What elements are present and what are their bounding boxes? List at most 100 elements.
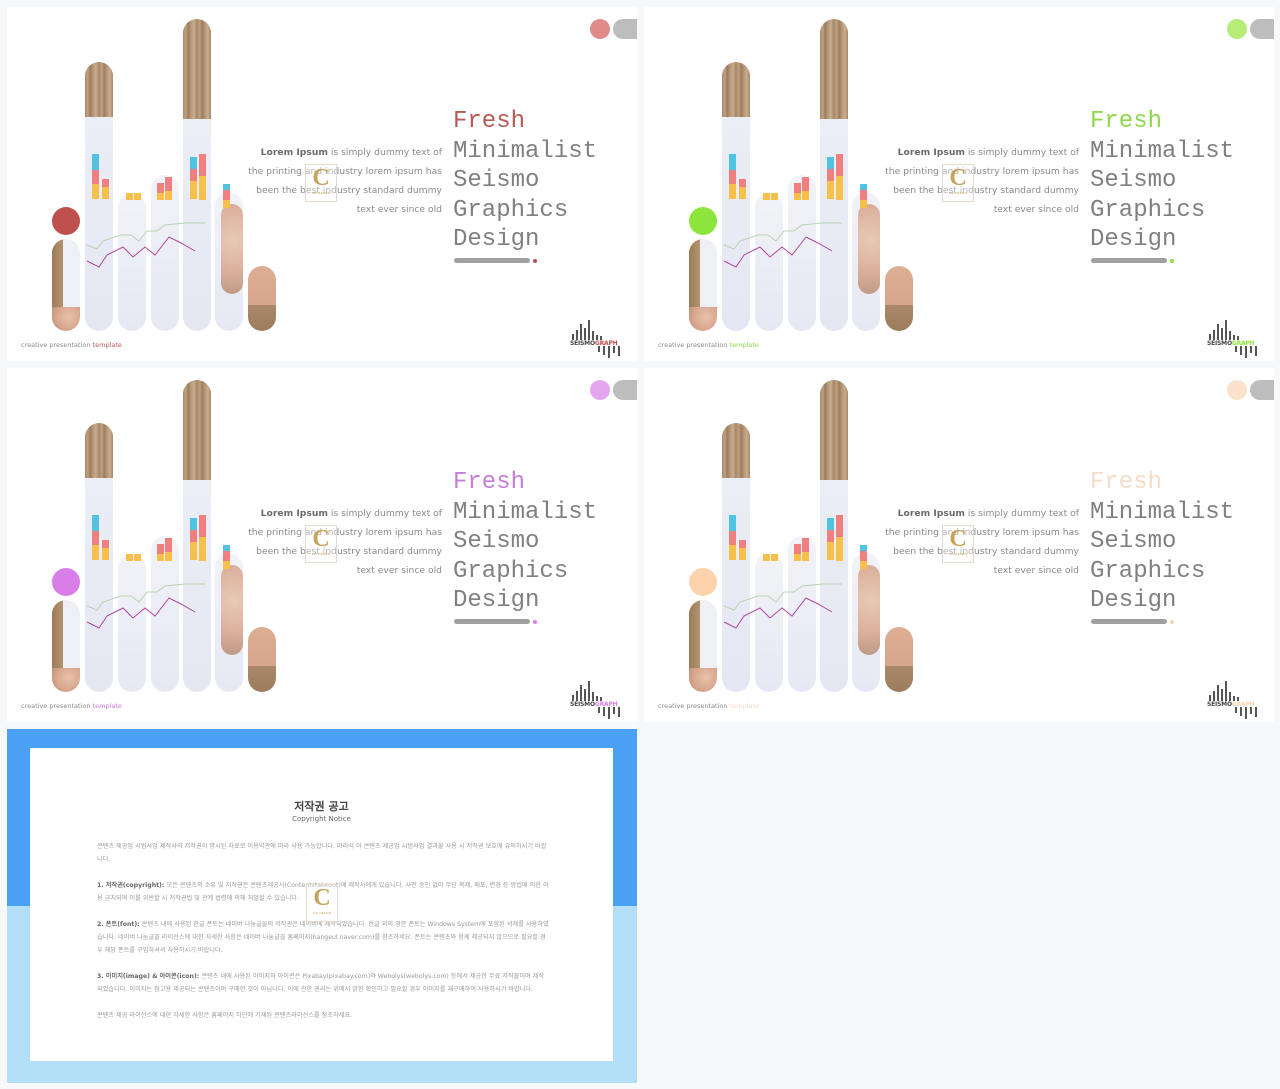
photo-pillar: [885, 266, 913, 331]
logo-bar: [584, 328, 586, 340]
wood-texture: [722, 423, 750, 478]
title-word: Graphics: [453, 557, 569, 585]
logo-tick: [608, 707, 610, 719]
chart-bar: [190, 181, 197, 199]
title-highlight-word: Fresh: [453, 108, 526, 135]
title-word: Design: [1090, 587, 1177, 614]
chart-line-green: [723, 222, 842, 250]
photo-pillar: [689, 239, 717, 331]
chart-bar: [92, 170, 99, 184]
watermark-letter: C: [312, 526, 330, 552]
photo-pillar: [52, 600, 80, 692]
body-bold-lead: Lorem Ipsum: [260, 147, 328, 158]
logo-tick: [603, 346, 605, 355]
chart-bar: [836, 154, 843, 176]
title-word: Design: [453, 587, 540, 614]
chart-bar: [102, 548, 109, 560]
chart-line-green: [86, 583, 205, 611]
chart-bar: [827, 518, 834, 530]
logo-wordmark: SEISMOGRAPH: [1207, 340, 1255, 347]
chart-bar: [165, 191, 172, 200]
logo-tick: [1245, 346, 1247, 358]
footer-highlight: template: [92, 341, 122, 349]
chart-bar: [165, 552, 172, 561]
slide-thumbnail-red[interactable]: Lorem Ipsum is simply dummy text of the …: [7, 7, 637, 361]
watermark-logo: C KUL DESIGN: [942, 525, 974, 563]
chart-line-green: [86, 222, 205, 250]
footer-highlight: template: [92, 702, 122, 710]
photo-pillar: [183, 380, 211, 692]
copyright-slide[interactable]: 저작권 공고 Copyright Notice 콘텐츠 제공업 시범사업 제작사…: [7, 729, 637, 1083]
photo-pillar: [820, 380, 848, 692]
logo-tick: [613, 346, 615, 353]
watermark-logo: C KUL DESIGN: [305, 164, 337, 202]
gray-tab-shape: [1250, 380, 1274, 400]
accent-circle: [689, 568, 717, 596]
chart-bar: [802, 191, 809, 200]
logo-bar: [1225, 320, 1227, 340]
logo-tick: [598, 707, 600, 713]
wood-texture: [85, 62, 113, 117]
title-underline-bar: [454, 619, 530, 624]
logo-word-left: SEISMO: [570, 340, 595, 347]
logo-bar: [1213, 330, 1215, 340]
title-underline-dot: [1170, 620, 1174, 624]
seismograph-logo: SEISMOGRAPH: [570, 675, 622, 719]
chart-bar: [827, 542, 834, 560]
seismograph-logo: SEISMOGRAPH: [1207, 675, 1259, 719]
chart-bar: [771, 193, 778, 200]
title-highlight-word: Fresh: [453, 469, 526, 496]
logo-tick: [618, 346, 620, 356]
copyright-card: 저작권 공고 Copyright Notice 콘텐츠 제공업 시범사업 제작사…: [30, 748, 613, 1061]
chart-bar: [165, 538, 172, 552]
chart-bar: [794, 193, 801, 200]
logo-word-left: SEISMO: [1207, 340, 1232, 347]
chart-bar: [92, 154, 99, 170]
slide-thumbnail-green[interactable]: Lorem Ipsum is simply dummy text of the …: [644, 7, 1274, 361]
slide-footer: creative presentation template: [658, 341, 759, 349]
title-highlight-word: Fresh: [1090, 469, 1163, 496]
line-chart-overlay: [86, 222, 205, 268]
chart-bar: [223, 190, 230, 200]
chart-bar: [102, 187, 109, 199]
chart-bar: [739, 187, 746, 199]
photo-pillar: [248, 627, 276, 692]
seismograph-logo: SEISMOGRAPH: [1207, 314, 1259, 358]
slide-title: Fresh Minimalist Seismo Graphics Design: [453, 468, 597, 616]
watermark-sub: KUL DESIGN: [311, 191, 331, 195]
chart-bar: [729, 154, 736, 170]
photo-pillar: [52, 239, 80, 331]
chart-bar: [763, 193, 770, 200]
chart-bar: [92, 184, 99, 199]
watermark-sub: KUL DESIGN: [948, 552, 968, 556]
chart-bar: [836, 537, 843, 561]
body-paragraph: Lorem Ipsum is simply dummy text of the …: [882, 504, 1079, 580]
title-word: Minimalist: [1090, 498, 1235, 526]
chart-bar: [223, 561, 230, 569]
title-underline-bar: [1091, 258, 1167, 263]
wood-texture: [183, 380, 211, 480]
slide-title: Fresh Minimalist Seismo Graphics Design: [1090, 107, 1234, 255]
title-word: Minimalist: [453, 137, 598, 165]
footer-prefix: creative presentation: [21, 341, 93, 349]
chart-bar: [223, 551, 230, 561]
chart-bar: [157, 183, 164, 193]
hand-image: [689, 307, 717, 331]
title-highlight-word: Fresh: [1090, 108, 1163, 135]
body-bold-lead: Lorem Ipsum: [897, 508, 965, 519]
chart-bar: [199, 176, 206, 200]
hand-image: [52, 307, 80, 331]
chart-bar: [794, 544, 801, 554]
body-paragraph: Lorem Ipsum is simply dummy text of the …: [882, 143, 1079, 219]
title-word: Seismo: [1090, 167, 1177, 194]
slide-thumbnail-purple[interactable]: Lorem Ipsum is simply dummy text of the …: [7, 368, 637, 722]
logo-tick: [598, 346, 600, 352]
logo-tick: [1255, 346, 1257, 356]
slide-footer: creative presentation template: [21, 341, 122, 349]
slide-footer: creative presentation template: [658, 702, 759, 710]
chart-bar: [860, 200, 867, 208]
body-bold-lead: Lorem Ipsum: [897, 147, 965, 158]
watermark-letter: C: [313, 885, 331, 911]
title-word: Seismo: [1090, 528, 1177, 555]
slide-thumbnail-peach[interactable]: Lorem Ipsum is simply dummy text of the …: [644, 368, 1274, 722]
